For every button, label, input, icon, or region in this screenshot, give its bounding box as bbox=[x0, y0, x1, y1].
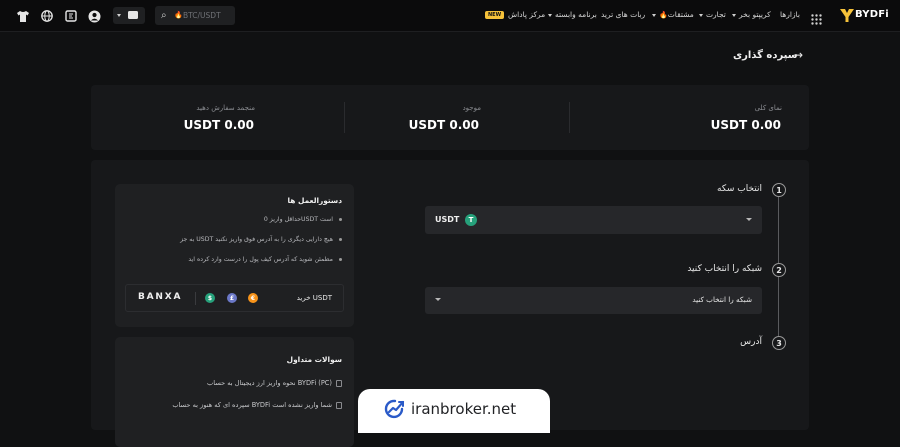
caret-down-icon bbox=[746, 218, 752, 221]
document-icon bbox=[336, 379, 342, 387]
chevron-down-icon bbox=[117, 14, 121, 17]
fire-icon: 🔥 bbox=[659, 11, 668, 19]
stat-label-available: موجود bbox=[462, 104, 481, 112]
tether-icon: T bbox=[465, 214, 477, 226]
chart-trend-icon bbox=[384, 399, 405, 419]
scan-icon[interactable] bbox=[64, 9, 78, 23]
document-icon bbox=[336, 401, 342, 409]
globe-icon[interactable] bbox=[40, 9, 54, 23]
divider bbox=[195, 292, 196, 305]
euro-coin-icon: € bbox=[248, 293, 258, 303]
wallet-icon bbox=[128, 11, 138, 19]
divider bbox=[569, 102, 570, 133]
stat-value-frozen: USDT 0.00 bbox=[183, 118, 254, 132]
stat-value-overview: USDT 0.00 bbox=[710, 118, 781, 132]
nav-item-trade-label: تجارت bbox=[706, 10, 726, 19]
bullet-dot-icon bbox=[339, 257, 342, 261]
caret-down-icon bbox=[435, 298, 441, 301]
caret-down-icon bbox=[732, 13, 736, 17]
step-number-3: 3 bbox=[772, 336, 786, 350]
bydfi-logo-icon bbox=[840, 9, 854, 22]
dollar-coin-icon: $ bbox=[205, 293, 215, 303]
step-title-select-network: شبکه را انتخاب کنید bbox=[687, 264, 762, 274]
nav-item-affiliate[interactable]: برنامه وابسته bbox=[548, 10, 597, 19]
instructions-title: دستورالعمل ها bbox=[287, 196, 342, 205]
network-select-placeholder: شبکه را انتخاب کنید bbox=[692, 295, 752, 304]
stat-label-overview: نمای کلی bbox=[754, 104, 782, 112]
back-arrow-icon[interactable]: → bbox=[793, 48, 803, 62]
divider bbox=[344, 102, 345, 133]
nav-item-buy-crypto[interactable]: کریپتو بخر bbox=[732, 10, 771, 19]
nav-item-trade[interactable]: تجارت bbox=[699, 10, 726, 19]
nav-item-derivatives[interactable]: 🔥مشتقات bbox=[652, 10, 694, 19]
top-navbar: ⌕ 🔥 BTC/USDT NEW مرکز پاداش برنامه وابست… bbox=[0, 0, 900, 32]
instruction-text: حداقل واریز 0USDT است bbox=[263, 216, 333, 223]
banxa-logo: BANXA bbox=[138, 292, 183, 302]
faq-item[interactable]: سپرده ای که هنوز به حساب BYDFi شما واریز… bbox=[172, 401, 342, 409]
step-number-1: 1 bbox=[772, 183, 786, 197]
search-box[interactable]: ⌕ 🔥 BTC/USDT bbox=[155, 6, 235, 25]
caret-down-icon bbox=[548, 13, 552, 17]
new-badge: NEW bbox=[485, 11, 505, 19]
user-icon[interactable] bbox=[87, 9, 101, 23]
nav-item-buy-crypto-label: کریپتو بخر bbox=[739, 10, 771, 19]
pound-coin-icon: £ bbox=[227, 293, 237, 303]
faq-card: سوالات متداول نحوه واریز ارز دیجیتال به … bbox=[115, 337, 354, 447]
faq-item-text: سپرده ای که هنوز به حساب BYDFi شما واریز… bbox=[172, 401, 332, 409]
instruction-text: مطمئن شوید که آدرس کیف پول را درست وارد … bbox=[188, 256, 333, 263]
nav-item-trading-bots[interactable]: ربات های ترید bbox=[601, 10, 645, 19]
watermark-text: iranbroker.net bbox=[411, 400, 517, 418]
step-title-address: آدرس bbox=[740, 337, 762, 347]
bullet-dot-icon bbox=[339, 237, 342, 241]
wallet-dropdown[interactable] bbox=[113, 7, 145, 24]
faq-item-text: نحوه واریز ارز دیجیتال به حساب BYDFi (PC… bbox=[206, 379, 332, 387]
nav-item-markets[interactable]: بازارها bbox=[780, 10, 800, 19]
instructions-card: دستورالعمل ها حداقل واریز 0USDT است به ج… bbox=[115, 184, 354, 327]
step-title-select-coin: انتخاب سکه bbox=[717, 184, 762, 194]
nav-item-affiliate-label: برنامه وابسته bbox=[555, 10, 597, 19]
stat-label-frozen: منجمد سفارش دهید bbox=[196, 104, 255, 112]
step-number-2: 2 bbox=[772, 263, 786, 277]
nav-item-derivatives-label: مشتقات bbox=[667, 10, 694, 19]
search-icon: ⌕ bbox=[161, 10, 167, 21]
buy-usdt-label: خرید USDT bbox=[296, 294, 332, 302]
coin-select-value: USDT bbox=[435, 215, 460, 224]
instruction-text: به جز USDT هیچ دارایی دیگری را به آدرس ف… bbox=[180, 236, 333, 243]
coin-select[interactable]: T USDT bbox=[425, 206, 762, 234]
caret-down-icon bbox=[699, 13, 703, 17]
search-input[interactable]: BTC/USDT bbox=[183, 11, 221, 20]
search-flame-icon: 🔥 bbox=[174, 11, 183, 19]
faq-title: سوالات متداول bbox=[286, 355, 342, 364]
stat-value-available: USDT 0.00 bbox=[408, 118, 479, 132]
caret-down-icon bbox=[652, 13, 656, 17]
faq-item[interactable]: نحوه واریز ارز دیجیتال به حساب BYDFi (PC… bbox=[207, 379, 342, 387]
brand-name: BYDFi bbox=[855, 9, 889, 20]
buy-usdt-banxa-row[interactable]: BANXA $ £ € خرید USDT bbox=[125, 284, 344, 312]
page-title: سپرده گذاری bbox=[733, 50, 798, 61]
bullet-dot-icon bbox=[339, 217, 342, 221]
network-select[interactable]: شبکه را انتخاب کنید bbox=[425, 287, 762, 314]
apps-grid-icon[interactable] bbox=[811, 10, 822, 25]
balance-summary-panel: نمای کلی USDT 0.00 موجود USDT 0.00 منجمد… bbox=[91, 85, 809, 150]
tshirt-icon[interactable] bbox=[16, 9, 30, 23]
instruction-item: حداقل واریز 0USDT است bbox=[264, 216, 342, 223]
nav-item-rewards[interactable]: مرکز پاداش bbox=[508, 10, 545, 19]
instruction-item: به جز USDT هیچ دارایی دیگری را به آدرس ف… bbox=[180, 236, 342, 243]
instruction-item: مطمئن شوید که آدرس کیف پول را درست وارد … bbox=[188, 256, 342, 263]
watermark-badge: iranbroker.net bbox=[358, 389, 550, 433]
